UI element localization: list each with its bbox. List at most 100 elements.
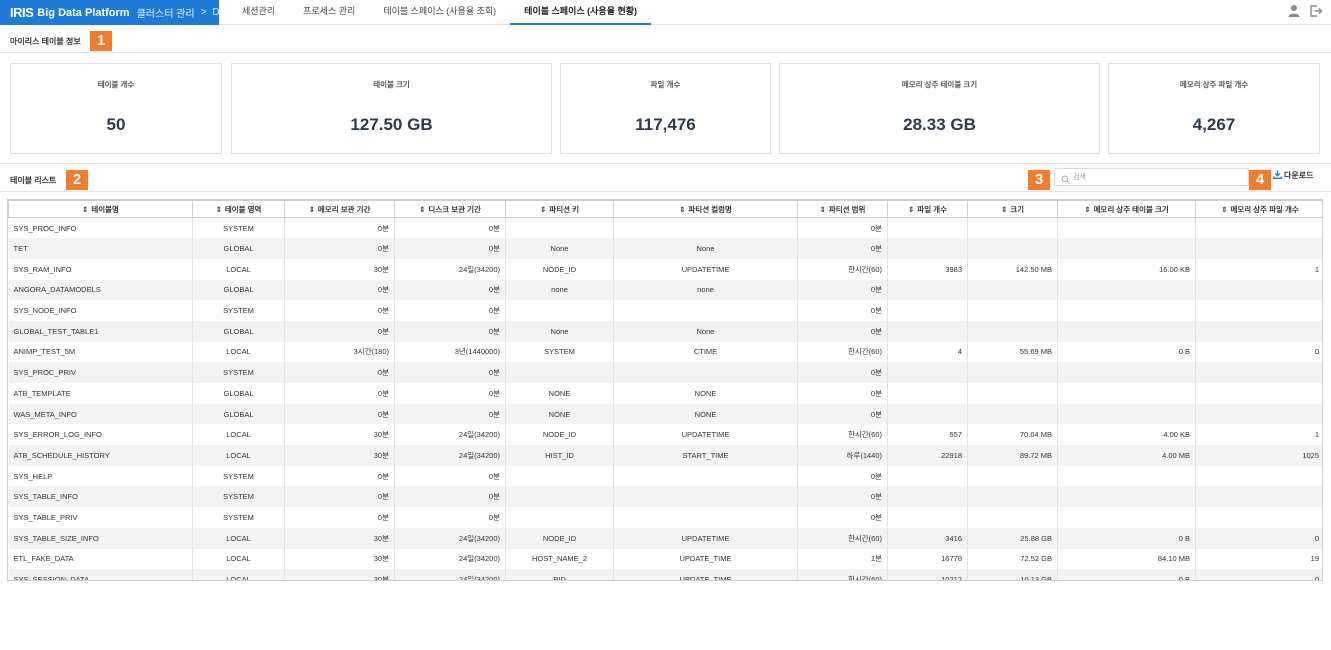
table-cell: 142.50 MB bbox=[967, 258, 1058, 280]
stat-label: 테이블 크기 bbox=[373, 80, 410, 89]
table-row[interactable]: SYS_TABLE_INFO SYSTEM 0분 0분 0분 bbox=[8, 486, 1322, 508]
table-cell: WAS_META_INFO bbox=[8, 403, 193, 425]
table-cell bbox=[1057, 486, 1196, 508]
column-header-label: 테이블 영역 bbox=[224, 204, 262, 214]
table-cell: 0분 bbox=[797, 486, 888, 508]
table-cell: 0 B bbox=[1057, 527, 1196, 549]
column-header[interactable]: ⇕ 크기 bbox=[967, 200, 1058, 218]
download-button[interactable]: 다운로드 bbox=[1273, 170, 1313, 181]
column-header[interactable]: ⇕ 파티션 컬럼명 bbox=[613, 200, 798, 218]
table-cell: 0분 bbox=[284, 217, 395, 239]
breadcrumb-cluster[interactable]: 클러스터 관리 bbox=[137, 5, 195, 20]
logout-icon[interactable] bbox=[1309, 4, 1323, 18]
table-cell: GLOBAL bbox=[192, 279, 285, 301]
table-cell: LOCAL bbox=[192, 527, 285, 549]
table-cell: 0분 bbox=[797, 300, 888, 321]
table-cell: NODE_ID bbox=[505, 424, 614, 446]
table-cell bbox=[1195, 465, 1322, 487]
column-header[interactable]: ⇕ 메모리 보관 기간 bbox=[284, 200, 395, 218]
table-row[interactable]: SYS_PROC_INFO SYSTEM 0분 0분 0분 bbox=[8, 217, 1322, 239]
table-cell: SYS_ERROR_LOG_INFO bbox=[8, 424, 193, 446]
stat-label: 메모리 상주 파일 개수 bbox=[1179, 80, 1249, 89]
column-header[interactable]: ⇕ 디스크 보관 기간 bbox=[394, 200, 506, 218]
table-cell bbox=[967, 403, 1058, 425]
column-header[interactable]: ⇕ 테이블 영역 bbox=[192, 200, 285, 218]
table-cell: None bbox=[505, 320, 614, 342]
breadcrumb-db[interactable]: DB bbox=[212, 7, 219, 18]
sort-icon: ⇕ bbox=[540, 204, 547, 214]
table-row[interactable]: SYS_TABLE_PRIV SYSTEM 0분 0분 0분 bbox=[8, 507, 1322, 528]
tab-tablespace-query[interactable]: 테이블 스페이스 (사용율 조회) bbox=[369, 0, 510, 25]
table-row[interactable]: ANGORA_DATAMODELS GLOBAL 0분 0분 none none 0분 bbox=[8, 279, 1322, 301]
sort-icon: ⇕ bbox=[679, 204, 686, 214]
table-cell bbox=[613, 217, 798, 239]
table-cell: None bbox=[613, 320, 798, 342]
table-cell bbox=[613, 300, 798, 321]
table-cell: 4 bbox=[887, 341, 968, 363]
table-cell: NONE bbox=[613, 383, 798, 404]
table-cell: 하루(1440) bbox=[797, 445, 888, 466]
table-cell: 0분 bbox=[394, 320, 506, 342]
table-cell: NONE bbox=[613, 403, 798, 425]
table-cell: UPDATE_TIME bbox=[613, 569, 798, 580]
search-input[interactable] bbox=[1073, 171, 1243, 183]
stat-value: 127.50 GB bbox=[350, 115, 433, 134]
table-cell: 1분 bbox=[797, 548, 888, 570]
column-header[interactable]: ⇕ 메모리 상주 테이블 크기 bbox=[1057, 200, 1196, 218]
stat-card-memory-table-size: 메모리 상주 테이블 크기 28.33 GB bbox=[779, 63, 1100, 154]
table-row[interactable]: GLOBAL_TEST_TABLE1 GLOBAL 0분 0분 None None 0분 bbox=[8, 320, 1322, 342]
search-box[interactable] bbox=[1054, 168, 1249, 186]
table-row[interactable]: SYS_RAM_INFO LOCAL 30분 24일(34200) NODE_ID UPD… bbox=[8, 258, 1322, 280]
table-cell: 0분 bbox=[284, 238, 395, 259]
table-cell: 30분 bbox=[284, 527, 395, 549]
table-cell: 70.04 MB bbox=[967, 424, 1058, 446]
table-cell bbox=[1195, 300, 1322, 321]
column-header[interactable]: ⇕ 메모리 상주 파일 개수 bbox=[1195, 200, 1322, 218]
table-cell: UPDATE_TIME bbox=[613, 548, 798, 570]
column-header[interactable]: ⇕ 파티션 키 bbox=[505, 200, 614, 218]
table-row[interactable]: ANIMP_TEST_5M LOCAL 3시간(180) 3년(1440000) SYS… bbox=[8, 341, 1322, 363]
table-row[interactable]: WAS_META_INFO GLOBAL 0분 0분 NONE NONE 0분 bbox=[8, 403, 1322, 425]
tab-session-management[interactable]: 세션관리 bbox=[228, 0, 289, 25]
table-cell: ETL_FAKE_DATA bbox=[8, 548, 193, 570]
table-cell: 0분 bbox=[797, 403, 888, 425]
user-icon[interactable] bbox=[1287, 4, 1301, 18]
table-row[interactable]: SYS_PROC_PRIV SYSTEM 0분 0분 0분 bbox=[8, 362, 1322, 383]
table-cell bbox=[1057, 320, 1196, 342]
table-cell: 89.72 MB bbox=[967, 445, 1058, 466]
table-cell bbox=[967, 279, 1058, 301]
table-cell: 0분 bbox=[394, 279, 506, 301]
sort-icon: ⇕ bbox=[908, 204, 915, 214]
column-header-label: 파일 개수 bbox=[917, 204, 947, 214]
table-cell: GLOBAL bbox=[192, 238, 285, 259]
table-list[interactable]: ⇕ 테이블명 ⇕ 테이블 영역 ⇕ 메모리 보관 기간 ⇕ 디스크 보관 기간 ⇕ 파티션 키 ⇕ 파… bbox=[7, 199, 1323, 581]
table-row[interactable]: SYS_TABLE_SIZE_INFO LOCAL 30분 24일(34200) NOD… bbox=[8, 527, 1322, 549]
table-row[interactable]: ATB_SCHEDULE_HISTORY LOCAL 30분 24일(34200) HI… bbox=[8, 445, 1322, 466]
table-row[interactable]: TET GLOBAL 0분 0분 None None 0분 bbox=[8, 238, 1322, 259]
table-row[interactable]: SYS_SESSION_DATA LOCAL 30분 24일(34200) PID UPD… bbox=[8, 569, 1322, 580]
table-cell: 4.00 MB bbox=[1057, 445, 1196, 466]
table-cell bbox=[1195, 362, 1322, 383]
stat-label: 메모리 상주 테이블 크기 bbox=[901, 80, 978, 89]
table-cell: UPDATETIME bbox=[613, 258, 798, 280]
column-header[interactable]: ⇕ 파일 개수 bbox=[887, 200, 968, 218]
table-row[interactable]: SYS_HELP SYSTEM 0분 0분 0분 bbox=[8, 465, 1322, 487]
column-header[interactable]: ⇕ 파티션 범위 bbox=[797, 200, 888, 218]
table-cell: SYS_HELP bbox=[8, 465, 193, 487]
table-cell: LOCAL bbox=[192, 569, 285, 580]
table-row[interactable]: ATB_TEMPLATE GLOBAL 0분 0분 NONE NONE 0분 bbox=[8, 383, 1322, 404]
table-row[interactable]: SYS_ERROR_LOG_INFO LOCAL 30분 24일(34200) NODE… bbox=[8, 424, 1322, 446]
table-cell: 0 bbox=[1195, 341, 1322, 363]
table-cell: 한시간(60) bbox=[797, 424, 888, 446]
column-header[interactable]: ⇕ 테이블명 bbox=[8, 200, 193, 218]
divider bbox=[0, 191, 1331, 192]
table-cell bbox=[887, 486, 968, 508]
tab-process-management[interactable]: 프로세스 관리 bbox=[289, 0, 369, 25]
brand-area[interactable]: IRIS Big Data Platform 클러스터 관리 > DB bbox=[0, 0, 219, 25]
table-row[interactable]: SYS_NODE_INFO SYSTEM 0분 0분 0분 bbox=[8, 300, 1322, 321]
table-cell: 24일(34200) bbox=[394, 527, 506, 549]
table-cell: NODE_ID bbox=[505, 527, 614, 549]
table-row[interactable]: ETL_FAKE_DATA LOCAL 30분 24일(34200) HOST_NAME… bbox=[8, 548, 1322, 570]
tab-tablespace-status[interactable]: 테이블 스페이스 (사용율 현황) bbox=[510, 0, 652, 25]
table-cell: SYSTEM bbox=[505, 341, 614, 363]
